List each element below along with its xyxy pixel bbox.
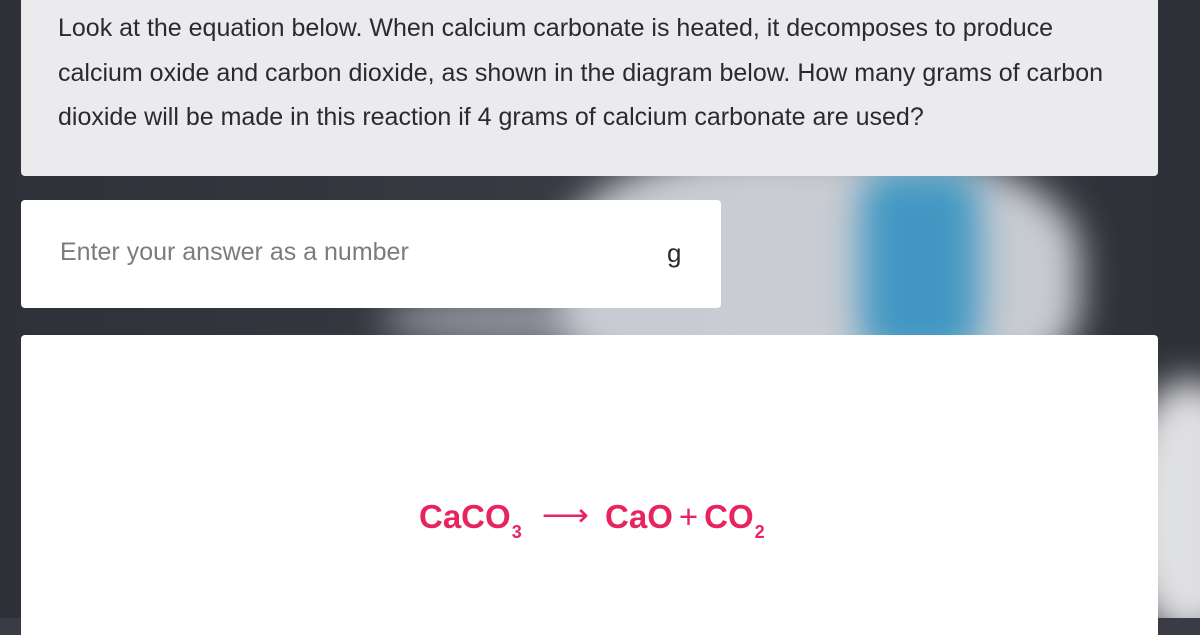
background-blur-shape (860, 170, 980, 360)
reactant-subscript: 3 (511, 522, 522, 542)
product-formula-1: CaO (605, 498, 673, 535)
plus-sign: + (678, 498, 699, 535)
question-text: Look at the equation below. When calcium… (58, 14, 1103, 131)
reactant-formula: CaCO (419, 498, 511, 535)
answer-input[interactable] (58, 230, 622, 274)
chemical-equation: CaCO3 ⟶ CaO + CO2 (419, 496, 765, 543)
product-formula-2: CO (704, 498, 754, 535)
product-2-subscript: 2 (754, 522, 765, 542)
answer-card: g (21, 200, 721, 308)
reaction-arrow-icon: ⟶ (541, 496, 590, 533)
unit-label: g (667, 238, 682, 268)
question-card: Look at the equation below. When calcium… (21, 0, 1158, 176)
diagram-card: CaCO3 ⟶ CaO + CO2 (21, 335, 1158, 635)
